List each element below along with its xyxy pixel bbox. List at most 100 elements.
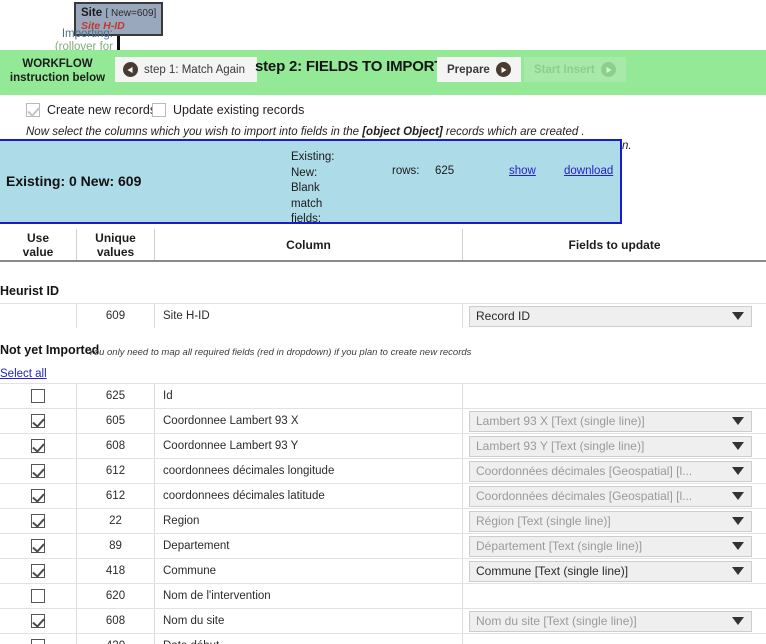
row-use-value-checkbox[interactable] (31, 464, 45, 478)
update-existing-records-checkbox[interactable] (152, 103, 166, 117)
table-row: 418CommuneCommune [Text (single line)] (0, 558, 766, 583)
show-link[interactable]: show (509, 165, 536, 177)
row-use-value-checkbox[interactable] (31, 639, 45, 644)
field-mapping-dropdown[interactable]: Commune [Text (single line)] (469, 561, 752, 582)
arrow-right-circle-disabled-icon (601, 62, 616, 77)
update-existing-records-option[interactable]: Update existing records (152, 103, 304, 117)
select-all-link[interactable]: Select all (0, 368, 47, 380)
row-column-name: Id (155, 384, 463, 408)
header-fields-to-update: Fields to update (463, 229, 766, 260)
field-mapping-dropdown[interactable]: Record ID (469, 306, 752, 327)
prepare-button[interactable]: Prepare (437, 57, 521, 82)
row-use-value-checkbox[interactable] (31, 539, 45, 553)
field-mapping-dropdown[interactable]: Nom du site [Text (single line)] (469, 611, 752, 632)
row-unique-values: 620 (77, 584, 155, 608)
row-column-name: Commune (155, 559, 463, 583)
field-mapping-dropdown[interactable]: Coordonnées décimales [Geospatial] [l... (469, 461, 752, 482)
row-column-name: Site H-ID (155, 304, 463, 328)
create-new-records-checkbox[interactable] (26, 103, 40, 117)
row-column-name: Departement (155, 534, 463, 558)
row-field-cell: Commune [Text (single line)] (463, 559, 766, 583)
row-unique-values: 22 (77, 509, 155, 533)
instruction-overflow-tail: n. (622, 140, 632, 152)
start-insert-button-label: Start Insert (534, 64, 595, 76)
row-unique-values: 420 (77, 634, 155, 644)
field-mapping-dropdown[interactable]: Département [Text (single line)] (469, 536, 752, 557)
summary-label-blank-3: fields: (291, 212, 334, 228)
download-link[interactable]: download (564, 165, 613, 177)
create-new-records-label: Create new records (47, 103, 156, 117)
summary-label-existing: Existing: (291, 150, 334, 166)
row-use-value-checkbox[interactable] (31, 389, 45, 403)
row-unique-values: 612 (77, 459, 155, 483)
row-unique-values: 605 (77, 409, 155, 433)
row-column-name: Nom de l'intervention (155, 584, 463, 608)
table-row: 89DepartementDépartement [Text (single l… (0, 533, 766, 558)
create-new-records-option[interactable]: Create new records (26, 103, 156, 117)
row-unique-values: 608 (77, 434, 155, 458)
instruction-record-type: [object Object] (362, 126, 443, 138)
field-mapping-dropdown[interactable]: Région [Text (single line)] (469, 511, 752, 532)
chevron-down-icon (732, 442, 744, 450)
start-insert-button[interactable]: Start Insert (524, 57, 626, 82)
row-unique-values: 625 (77, 384, 155, 408)
field-mapping-value: Nom du site [Text (single line)] (476, 614, 637, 628)
field-mapping-value: Commune [Text (single line)] (476, 564, 628, 578)
header-use-value-line-2: value (23, 245, 54, 259)
row-use-value-cell (0, 509, 77, 533)
row-column-name: Date début (155, 634, 463, 644)
row-column-name: Coordonnee Lambert 93 Y (155, 434, 463, 458)
row-use-value-checkbox[interactable] (31, 614, 45, 628)
summary-counts: Existing: 0 New: 609 (6, 173, 141, 189)
table-row: 612coordonnees décimales longitudeCoordo… (0, 458, 766, 483)
row-field-cell (463, 584, 766, 608)
summary-label-blank-1: Blank (291, 181, 334, 197)
field-mapping-value: Coordonnées décimales [Geospatial] [l... (476, 489, 692, 503)
summary-label-new: New: (291, 166, 334, 182)
summary-rows-value: 625 (435, 165, 454, 177)
row-use-value-cell (0, 384, 77, 408)
table-row: 420Date début (0, 633, 766, 644)
row-unique-values: 608 (77, 609, 155, 633)
row-use-value-checkbox[interactable] (31, 489, 45, 503)
row-column-name: Region (155, 509, 463, 533)
chevron-down-icon (732, 312, 744, 320)
row-unique-values: 612 (77, 484, 155, 508)
importing-line-1: Importing: (33, 28, 113, 41)
row-field-cell: Record ID (463, 304, 766, 328)
field-mapping-value: Région [Text (single line)] (476, 514, 611, 528)
chevron-down-icon (732, 617, 744, 625)
chevron-down-icon (732, 567, 744, 575)
row-field-cell: Coordonnées décimales [Geospatial] [l... (463, 459, 766, 483)
row-field-cell (463, 384, 766, 408)
summary-detail-labels: Existing: New: Blank match fields: (291, 150, 334, 228)
chevron-down-icon (732, 492, 744, 500)
table-row: 609Site H-IDRecord ID (0, 303, 766, 328)
row-use-value-checkbox[interactable] (31, 439, 45, 453)
update-existing-records-label: Update existing records (173, 103, 304, 117)
header-use-value-line-1: Use (23, 231, 54, 245)
prepare-button-label: Prepare (447, 64, 490, 76)
table-row: 608Coordonnee Lambert 93 Y Lambert 93 Y [… (0, 433, 766, 458)
field-mapping-value: Lambert 93 Y [Text (single line)] (476, 439, 644, 453)
row-use-value-checkbox[interactable] (31, 514, 45, 528)
import-fields-page: Site [ New=609] Site H-ID Importing: (ro… (0, 0, 766, 644)
field-mapping-value: Département [Text (single line)] (476, 539, 642, 553)
fields-table-header: Use value Unique values Column Fields to… (0, 229, 766, 262)
row-field-cell (463, 634, 766, 644)
row-use-value-checkbox[interactable] (31, 589, 45, 603)
section-note-not-yet-imported: You only need to map all required fields… (88, 347, 471, 358)
arrow-right-circle-icon (496, 62, 511, 77)
field-mapping-dropdown[interactable]: Lambert 93 X [Text (single line)] (469, 411, 752, 432)
row-use-value-checkbox[interactable] (31, 414, 45, 428)
row-column-name: coordonnees décimales latitude (155, 484, 463, 508)
field-mapping-value: Coordonnées décimales [Geospatial] [l... (476, 464, 692, 478)
row-use-value-checkbox[interactable] (31, 564, 45, 578)
field-mapping-dropdown[interactable]: Lambert 93 Y [Text (single line)] (469, 436, 752, 457)
row-use-value-cell (0, 634, 77, 644)
step-1-button-label: step 1: Match Again (144, 64, 245, 76)
instruction-prefix: Now select the columns which you wish to… (26, 126, 362, 138)
row-use-value-cell (0, 484, 77, 508)
step-1-match-again-button[interactable]: step 1: Match Again (115, 57, 257, 82)
field-mapping-dropdown[interactable]: Coordonnées décimales [Geospatial] [l... (469, 486, 752, 507)
